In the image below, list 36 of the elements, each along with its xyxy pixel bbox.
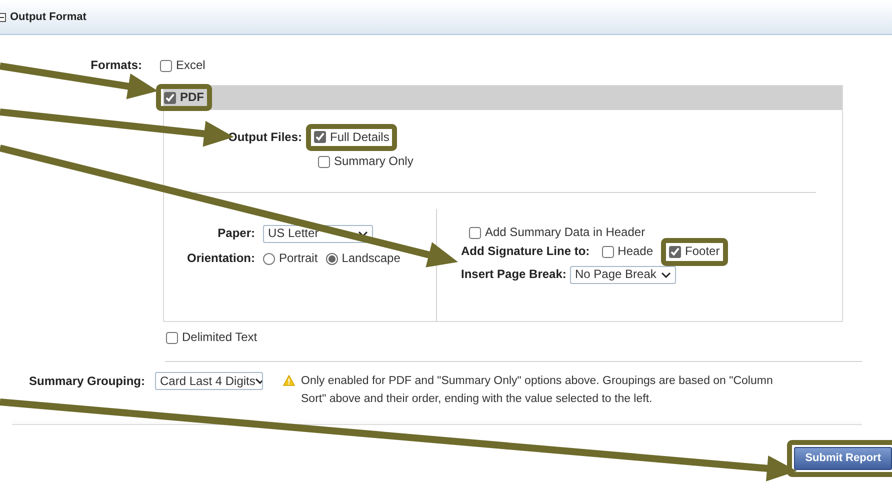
checkbox[interactable] <box>469 226 481 239</box>
field-label: Output Files: <box>227 130 303 146</box>
checkbox[interactable] <box>160 60 172 72</box>
radio-button[interactable] <box>263 252 275 265</box>
checkbox[interactable] <box>669 246 682 258</box>
checkbox[interactable] <box>164 92 176 104</box>
section-title: Output Format <box>10 10 86 24</box>
checkbox[interactable] <box>166 332 178 344</box>
submit-button[interactable]: Submit Report <box>794 447 892 470</box>
checkbox-label[interactable]: Full Details <box>330 130 390 146</box>
field-label: Paper: <box>216 226 256 242</box>
checkbox[interactable] <box>602 246 614 258</box>
checkbox[interactable] <box>318 156 330 168</box>
checkbox-label[interactable]: Add Summary Data in Header <box>485 224 646 240</box>
checkbox-label[interactable]: PDF <box>180 90 204 106</box>
field-label: Orientation: <box>186 250 256 266</box>
radio-label[interactable]: Portrait <box>279 250 318 266</box>
field-label: Formats: <box>90 58 143 74</box>
field-label: Summary Grouping: <box>28 373 146 390</box>
checkbox-label[interactable]: Heade <box>618 244 654 260</box>
warning-icon <box>283 375 295 386</box>
chevron-down-icon[interactable] <box>358 230 368 237</box>
field-label: Add Signature Line to: <box>461 244 591 260</box>
page-break-dropdown[interactable]: No Page Break <box>570 266 676 284</box>
chevron-down-icon[interactable] <box>255 378 262 384</box>
checkbox-label[interactable]: Delimited Text <box>182 330 258 346</box>
field-label: Insert Page Break: <box>461 267 568 283</box>
radio-button[interactable] <box>326 252 338 265</box>
checkbox-label[interactable]: Excel <box>176 58 206 74</box>
checkbox-label[interactable]: Footer <box>685 244 720 260</box>
chevron-down-icon[interactable] <box>661 272 671 278</box>
grouping-dropdown[interactable]: Card Last 4 Digits <box>155 372 263 390</box>
help-text: Only enabled for PDF and "Summary Only" options above. Groupings are based on "Column Sort" above and their order, ending with the value selected to the left. <box>301 374 774 408</box>
checkbox-label[interactable]: Summary Only <box>334 154 414 170</box>
checkbox[interactable] <box>314 131 326 144</box>
radio-label[interactable]: Landscape <box>342 250 400 266</box>
